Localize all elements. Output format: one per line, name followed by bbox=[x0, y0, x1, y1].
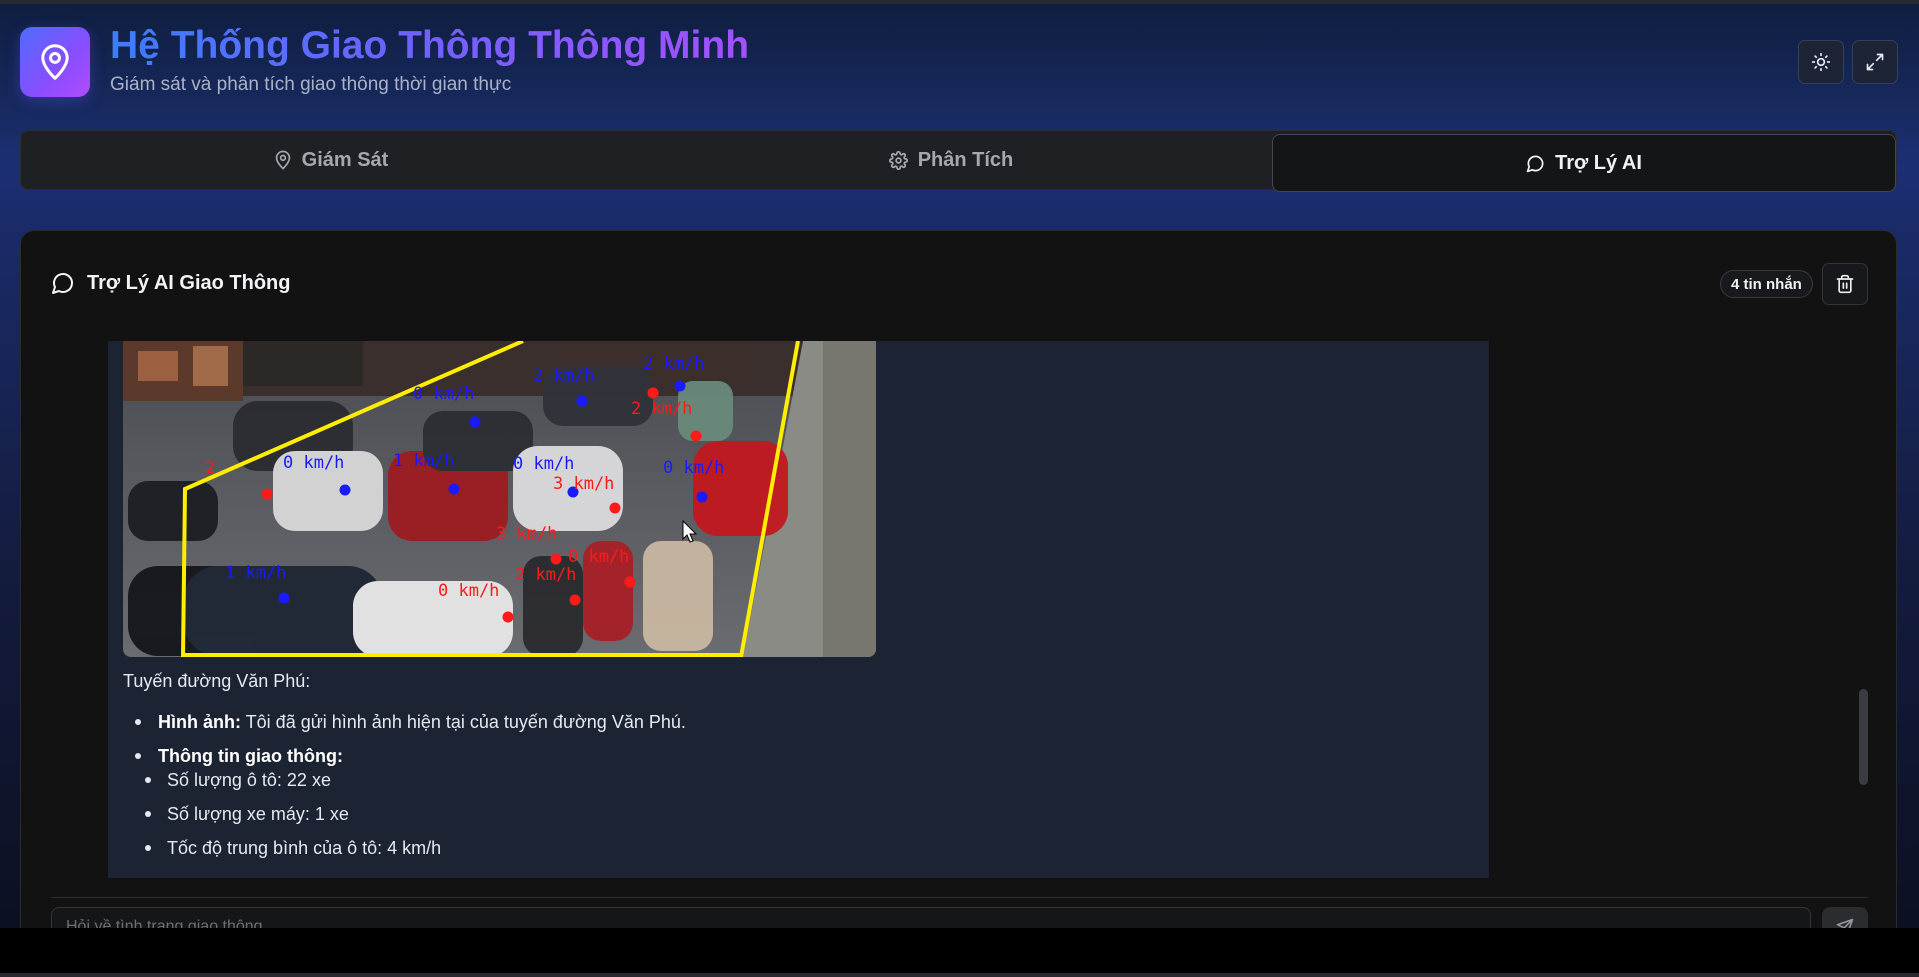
chat-scrollbar[interactable] bbox=[1859, 689, 1868, 785]
trash-icon bbox=[1836, 274, 1854, 294]
car-speed-label: 0 km/h bbox=[663, 458, 724, 478]
message-body: Tuyến đường Văn Phú: Hình ảnh: Tôi đã gử… bbox=[123, 671, 1423, 870]
car-speed-label: 2 km/h bbox=[643, 354, 704, 374]
camera-frame: 0 km/h 2 km/h 2 km/h 0 km/h 1 km/h 0 km/… bbox=[123, 341, 876, 657]
list-item: Số lượng ô tô: 22 xe bbox=[123, 768, 1423, 802]
send-button[interactable] bbox=[1822, 907, 1868, 928]
assistant-message: 0 km/h 2 km/h 2 km/h 0 km/h 1 km/h 0 km/… bbox=[108, 341, 1489, 878]
tab-ai-assistant[interactable]: Trợ Lý AI bbox=[1272, 134, 1896, 192]
app-title: Hệ Thống Giao Thông Thông Minh bbox=[110, 24, 750, 67]
bike-speed-label: 2 bbox=[205, 458, 215, 478]
sun-icon bbox=[1811, 52, 1831, 72]
chat-bubble-icon bbox=[52, 273, 73, 294]
chat-panel: Trợ Lý AI Giao Thông 4 tin nhắn 0 km/h 2… bbox=[20, 230, 1897, 928]
traffic-info-list: Số lượng ô tô: 22 xe Số lượng xe máy: 1 … bbox=[123, 768, 1423, 870]
main-tabs: Giám Sát Phân Tích Trợ Lý AI bbox=[20, 130, 1897, 192]
map-pin-icon bbox=[275, 150, 290, 170]
app-subtitle: Giám sát và phân tích giao thông thời gi… bbox=[110, 74, 512, 95]
message-count-badge: 4 tin nhắn bbox=[1720, 270, 1813, 298]
bike-speed-label: 0 km/h bbox=[568, 547, 629, 567]
traffic-camera-image[interactable]: 0 km/h 2 km/h 2 km/h 0 km/h 1 km/h 0 km/… bbox=[123, 341, 876, 657]
car-speed-label: 0 km/h bbox=[513, 454, 574, 474]
chat-bubble-icon bbox=[1526, 155, 1544, 172]
bike-speed-label: 3 km/h bbox=[553, 474, 614, 494]
app-logo bbox=[20, 27, 90, 97]
car-speed-label: 1 km/h bbox=[393, 451, 454, 471]
theme-toggle-button[interactable] bbox=[1798, 40, 1844, 84]
input-divider bbox=[51, 897, 1868, 898]
send-icon bbox=[1836, 918, 1854, 928]
car-speed-label: 0 km/h bbox=[413, 384, 474, 404]
tab-label: Trợ Lý AI bbox=[1555, 151, 1642, 174]
screen-bottom-area bbox=[0, 928, 1919, 977]
bike-speed-label: 0 km/h bbox=[438, 581, 499, 601]
screen-bottom-border bbox=[0, 973, 1919, 977]
bike-speed-label: 2 km/h bbox=[515, 565, 576, 585]
gear-icon bbox=[888, 150, 908, 170]
car-speed-label: 0 km/h bbox=[283, 453, 344, 473]
tab-label: Phân Tích bbox=[917, 148, 1014, 171]
chat-title: Trợ Lý AI Giao Thông bbox=[87, 271, 291, 294]
tab-monitoring[interactable]: Giám Sát bbox=[21, 131, 641, 189]
tab-analysis[interactable]: Phân Tích bbox=[641, 131, 1261, 189]
message-list: Hình ảnh: Tôi đã gửi hình ảnh hiện tại c… bbox=[123, 710, 1423, 772]
list-item: Số lượng xe máy: 1 xe bbox=[123, 802, 1423, 836]
bike-speed-label: 2 km/h bbox=[631, 399, 692, 419]
car-speed-label: 1 km/h bbox=[225, 563, 286, 583]
chat-input[interactable]: Hỏi về tình trạng giao thông... bbox=[51, 907, 1811, 928]
list-item: Hình ảnh: Tôi đã gửi hình ảnh hiện tại c… bbox=[123, 710, 1423, 744]
tab-label: Giám Sát bbox=[301, 148, 389, 171]
message-intro: Tuyến đường Văn Phú: bbox=[123, 671, 311, 691]
app-window: Hệ Thống Giao Thông Thông Minh Giám sát … bbox=[0, 0, 1919, 928]
bike-speed-label: 3 km/h bbox=[496, 524, 557, 544]
map-pin-icon bbox=[41, 44, 69, 80]
window-top-border bbox=[0, 0, 1919, 4]
clear-chat-button[interactable] bbox=[1822, 263, 1868, 305]
car-speed-label: 2 km/h bbox=[533, 366, 594, 386]
expand-icon bbox=[1866, 53, 1884, 71]
fullscreen-button[interactable] bbox=[1852, 40, 1898, 84]
list-item: Tốc độ trung bình của ô tô: 4 km/h bbox=[123, 836, 1423, 870]
chat-header: Trợ Lý AI Giao Thông bbox=[51, 271, 290, 295]
